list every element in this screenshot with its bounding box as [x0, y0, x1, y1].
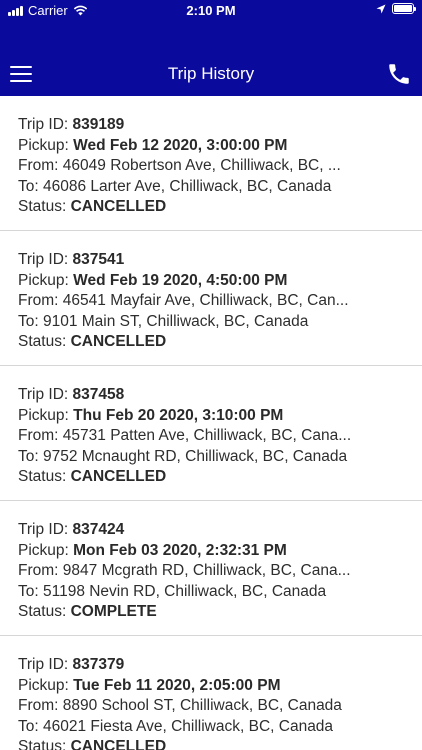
trip-id-row: Trip ID: 837458: [18, 385, 368, 406]
page-title: Trip History: [167, 64, 255, 83]
pickup-value: Wed Feb 19 2020, 4:50:00 PM: [73, 271, 288, 289]
status-label: Status:: [18, 468, 71, 485]
to-row: To: 9752 Mcnaught RD, Chilliwack, BC, Ca…: [18, 447, 368, 468]
status-bar: Carrier 2:10 PM: [0, 0, 422, 22]
pickup-row: Pickup: Thu Feb 20 2020, 3:10:00 PM: [18, 406, 368, 427]
pickup-label: Pickup:: [18, 676, 74, 694]
from-row: From: 46049 Robertson Ave, Chilliwack, B…: [18, 156, 368, 177]
pickup-label: Pickup:: [18, 541, 74, 559]
trip-id-label: Trip ID:: [18, 116, 73, 133]
status-row: Status: CANCELLED: [18, 197, 368, 218]
pickup-row: Pickup: Mon Feb 03 2020, 2:32:31 PM: [18, 541, 368, 562]
trip-id-label: Trip ID:: [18, 386, 73, 403]
status-row: Status: COMPLETE: [18, 602, 368, 623]
status-right: [376, 3, 416, 14]
trip-card[interactable]: Trip ID: 837541 Pickup: Wed Feb 19 2020,…: [0, 231, 422, 366]
to-label: To:: [18, 312, 43, 330]
status-value: COMPLETE: [70, 603, 157, 620]
status-row: Status: CANCELLED: [18, 737, 368, 750]
to-value: 9752 Mcnaught RD, Chilliwack, BC, Canada: [42, 447, 348, 465]
to-label: To:: [18, 582, 43, 600]
from-label: From:: [18, 292, 63, 309]
location-arrow-icon: [376, 4, 386, 13]
trip-id-row: Trip ID: 837424: [18, 520, 368, 541]
to-value: 46021 Fiesta Ave, Chilliwack, BC, Canada: [42, 717, 334, 735]
trip-id-value: 837379: [72, 656, 125, 673]
pickup-row: Pickup: Tue Feb 11 2020, 2:05:00 PM: [18, 676, 368, 697]
status-label: Status:: [18, 198, 71, 215]
pickup-label: Pickup:: [18, 406, 74, 424]
from-label: From:: [18, 562, 63, 579]
status-label: Status:: [18, 603, 71, 620]
pickup-row: Pickup: Wed Feb 19 2020, 4:50:00 PM: [18, 271, 368, 292]
from-label: From:: [18, 697, 63, 714]
from-row: From: 46541 Mayfair Ave, Chilliwack, BC,…: [18, 291, 368, 312]
trip-id-row: Trip ID: 839189: [18, 115, 368, 136]
trip-id-label: Trip ID:: [18, 656, 73, 673]
to-row: To: 9101 Main ST, Chilliwack, BC, Canada: [18, 312, 368, 333]
to-row: To: 46021 Fiesta Ave, Chilliwack, BC, Ca…: [18, 717, 368, 738]
pickup-label: Pickup:: [18, 271, 74, 289]
from-value: 8890 School ST, Chilliwack, BC, Canada: [62, 697, 342, 714]
trip-card[interactable]: Trip ID: 837424 Pickup: Mon Feb 03 2020,…: [0, 501, 422, 636]
pickup-value: Tue Feb 11 2020, 2:05:00 PM: [73, 676, 281, 694]
status-row: Status: CANCELLED: [18, 467, 368, 488]
trip-list: Trip ID: 839189 Pickup: Wed Feb 12 2020,…: [0, 96, 422, 750]
to-label: To:: [18, 177, 43, 195]
from-row: From: 8890 School ST, Chilliwack, BC, Ca…: [18, 696, 368, 717]
from-value: 45731 Patten Ave, Chilliwack, BC, Cana..…: [62, 427, 352, 444]
trip-card[interactable]: Trip ID: 837458 Pickup: Thu Feb 20 2020,…: [0, 366, 422, 501]
app-header: Carrier 2:10 PM Trip History: [0, 0, 422, 96]
to-label: To:: [18, 717, 43, 735]
trip-id-value: 839189: [72, 116, 125, 133]
status-time: 2:10 PM: [186, 3, 236, 18]
status-value: CANCELLED: [70, 468, 167, 485]
to-value: 9101 Main ST, Chilliwack, BC, Canada: [42, 312, 309, 330]
from-label: From:: [18, 157, 63, 174]
battery-icon: [392, 3, 416, 14]
trip-card[interactable]: Trip ID: 839189 Pickup: Wed Feb 12 2020,…: [0, 96, 422, 231]
status-label: Status:: [18, 738, 71, 750]
trip-id-value: 837458: [72, 386, 125, 403]
to-value: 51198 Nevin RD, Chilliwack, BC, Canada: [42, 582, 327, 600]
status-value: CANCELLED: [70, 198, 167, 215]
from-value: 9847 Mcgrath RD, Chilliwack, BC, Cana...: [62, 562, 351, 579]
nav-bar: Trip History: [0, 52, 422, 96]
to-value: 46086 Larter Ave, Chilliwack, BC, Canada: [42, 177, 332, 195]
to-row: To: 46086 Larter Ave, Chilliwack, BC, Ca…: [18, 177, 368, 198]
trip-id-value: 837541: [72, 251, 125, 268]
status-row: Status: CANCELLED: [18, 332, 368, 353]
from-row: From: 45731 Patten Ave, Chilliwack, BC, …: [18, 426, 368, 447]
trip-id-label: Trip ID:: [18, 521, 73, 538]
from-value: 46541 Mayfair Ave, Chilliwack, BC, Can..…: [62, 292, 349, 309]
trip-id-row: Trip ID: 837541: [18, 250, 368, 271]
from-row: From: 9847 Mcgrath RD, Chilliwack, BC, C…: [18, 561, 368, 582]
pickup-value: Wed Feb 12 2020, 3:00:00 PM: [73, 136, 288, 154]
pickup-row: Pickup: Wed Feb 12 2020, 3:00:00 PM: [18, 136, 368, 157]
trip-id-row: Trip ID: 837379: [18, 655, 368, 676]
from-value: 46049 Robertson Ave, Chilliwack, BC, ...: [62, 157, 341, 174]
status-label: Status:: [18, 333, 71, 350]
status-value: CANCELLED: [70, 333, 167, 350]
trip-id-value: 837424: [72, 521, 125, 538]
from-label: From:: [18, 427, 63, 444]
to-label: To:: [18, 447, 43, 465]
status-value: CANCELLED: [70, 738, 167, 750]
trip-id-label: Trip ID:: [18, 251, 73, 268]
pickup-value: Thu Feb 20 2020, 3:10:00 PM: [73, 406, 284, 424]
pickup-value: Mon Feb 03 2020, 2:32:31 PM: [73, 541, 287, 559]
trip-card[interactable]: Trip ID: 837379 Pickup: Tue Feb 11 2020,…: [0, 636, 422, 750]
to-row: To: 51198 Nevin RD, Chilliwack, BC, Cana…: [18, 582, 368, 603]
phone-icon[interactable]: [386, 61, 412, 87]
pickup-label: Pickup:: [18, 136, 74, 154]
